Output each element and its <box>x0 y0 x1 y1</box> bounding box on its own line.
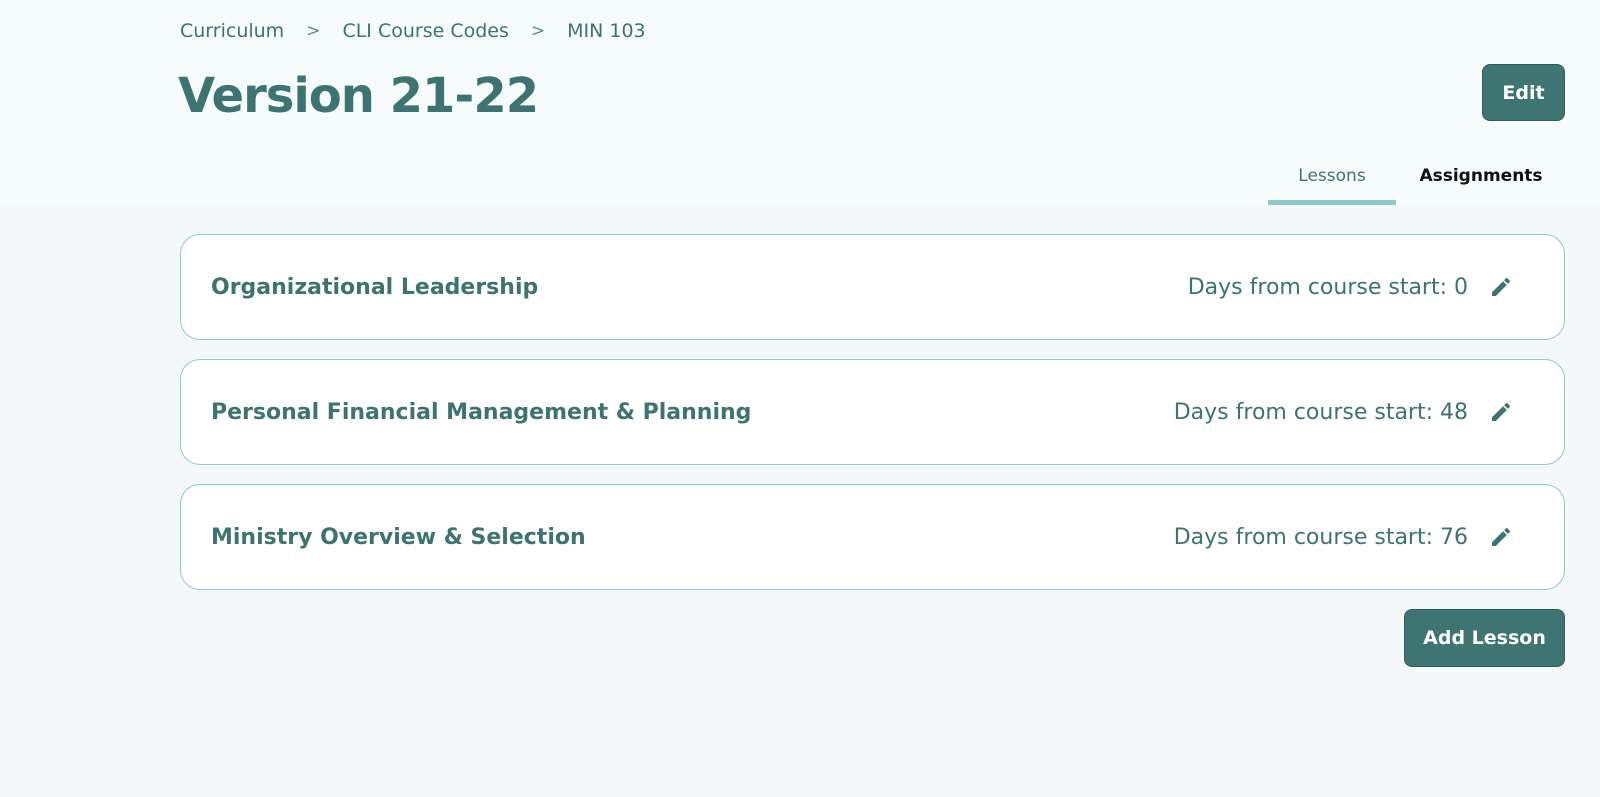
page-title: Version 21-22 <box>178 68 539 124</box>
lesson-card[interactable]: Organizational Leadership Days from cour… <box>180 234 1565 340</box>
tab-assignments[interactable]: Assignments <box>1396 160 1566 205</box>
breadcrumb-item-course-codes[interactable]: CLI Course Codes <box>342 20 508 42</box>
lesson-title: Ministry Overview & Selection <box>211 524 586 550</box>
lesson-card[interactable]: Ministry Overview & Selection Days from … <box>180 484 1565 590</box>
lesson-meta: Days from course start: 76 <box>1174 524 1514 550</box>
lesson-meta: Days from course start: 0 <box>1188 274 1514 300</box>
lesson-days-from-start: Days from course start: 0 <box>1187 274 1468 300</box>
lesson-meta: Days from course start: 48 <box>1174 399 1514 425</box>
pencil-icon[interactable] <box>1488 274 1514 300</box>
lesson-card[interactable]: Personal Financial Management & Planning… <box>180 359 1565 465</box>
breadcrumb-separator: > <box>306 21 321 41</box>
breadcrumb-item-curriculum[interactable]: Curriculum <box>180 20 284 42</box>
add-lesson-button[interactable]: Add Lesson <box>1404 609 1565 667</box>
lesson-days-from-start: Days from course start: 76 <box>1173 524 1468 550</box>
lesson-title: Personal Financial Management & Planning <box>211 399 752 425</box>
breadcrumb: Curriculum > CLI Course Codes > MIN 103 <box>180 20 646 42</box>
tab-lessons[interactable]: Lessons <box>1268 160 1396 205</box>
lesson-title: Organizational Leadership <box>211 274 539 300</box>
breadcrumb-item-course[interactable]: MIN 103 <box>567 20 646 42</box>
breadcrumb-separator: > <box>530 21 546 41</box>
pencil-icon[interactable] <box>1488 524 1514 550</box>
pencil-icon[interactable] <box>1488 399 1514 425</box>
lesson-list: Organizational Leadership Days from cour… <box>180 234 1565 609</box>
edit-button[interactable]: Edit <box>1482 64 1565 121</box>
lesson-days-from-start: Days from course start: 48 <box>1173 399 1468 425</box>
page-header: Curriculum > CLI Course Codes > MIN 103 … <box>0 0 1600 205</box>
tab-bar: Lessons Assignments <box>1268 160 1566 205</box>
